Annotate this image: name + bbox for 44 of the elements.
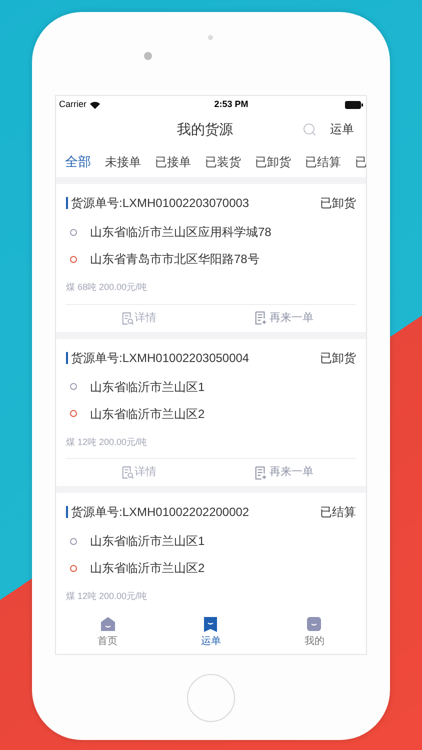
address-text: 山东省临沂市兰山区1 (90, 378, 205, 396)
waybill-link[interactable]: 运单 (330, 120, 354, 138)
address-text: 山东省临沂市兰山区应用科学城78 (90, 224, 272, 241)
status-tab[interactable]: 已装货 (205, 152, 241, 171)
home-button[interactable] (187, 674, 235, 722)
carrier-label: Carrier (59, 98, 87, 112)
document-plus-icon (254, 466, 266, 480)
order-card[interactable]: 货源单号:LXMH01002202200002 已结算 山东省临沂市兰山区1 山东省临沂市兰山区2 煤 12吨 200.00元/吨 (56, 493, 366, 610)
order-number: 货源单号:LXMH01002203070003 (71, 195, 250, 212)
order-status: 已卸货 (320, 195, 356, 212)
document-search-icon (120, 312, 134, 324)
address-text: 山东省临沂市兰山区1 (90, 533, 205, 550)
status-tab[interactable]: 全部 (65, 152, 91, 177)
page-title: 我的货源 (177, 120, 233, 138)
address-text: 山东省临沂市兰山区2 (90, 406, 205, 422)
tab-bar-item[interactable]: 首页 (56, 616, 160, 648)
accent-bar (66, 352, 68, 364)
cargo-info: 煤 12吨 200.00元/吨 (66, 436, 148, 448)
order-number: 货源单号:LXMH01002203050004 (71, 350, 250, 366)
accent-bar (66, 506, 68, 518)
search-icon[interactable] (303, 122, 316, 136)
order-status: 已卸货 (320, 350, 356, 366)
status-tab[interactable]: 已结算 (305, 152, 341, 171)
document-plus-icon (254, 311, 266, 325)
address-text: 山东省青岛市市北区华阳路78号 (90, 251, 260, 268)
status-tab[interactable]: 已卸货 (255, 152, 291, 171)
profile-icon (306, 616, 322, 632)
tab-bar-item[interactable]: 我的 (262, 616, 366, 648)
order-status: 已结算 (320, 504, 356, 521)
status-tab[interactable]: 已接单 (155, 152, 191, 171)
battery-icon (345, 101, 363, 109)
document-search-icon (120, 466, 134, 479)
status-tab[interactable]: 未接单 (105, 152, 141, 171)
order-number: 货源单号:LXMH01002202200002 (71, 504, 250, 521)
bookmark-icon (203, 616, 218, 632)
home-icon (100, 616, 116, 632)
accent-bar (66, 197, 68, 209)
address-text: 山东省临沂市兰山区2 (90, 560, 205, 577)
tab-bar-item[interactable]: 运单 (159, 616, 263, 648)
cargo-info: 煤 12吨 200.00元/吨 (66, 590, 148, 603)
status-tab[interactable]: 已 (355, 152, 366, 171)
cargo-info: 煤 68吨 200.00元/吨 (66, 281, 148, 294)
status-time: 2:53 PM (214, 98, 248, 112)
wifi-icon (90, 101, 100, 109)
